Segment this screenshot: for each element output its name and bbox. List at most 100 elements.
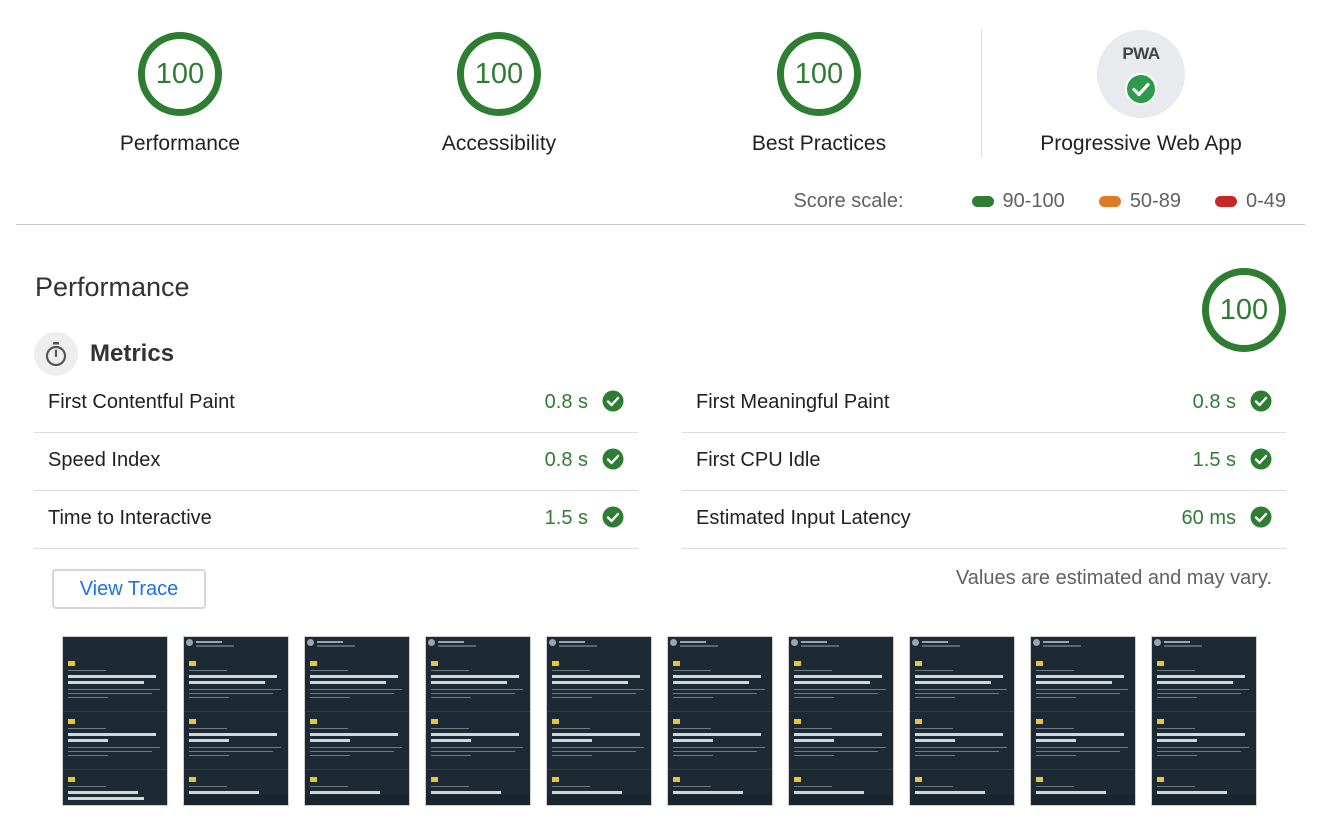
- thumb-text: [1036, 693, 1120, 694]
- gauge-pwa[interactable]: PWA Progressive Web App: [1021, 30, 1261, 156]
- metric-name: Time to Interactive: [48, 507, 212, 529]
- filmstrip-frame: [909, 636, 1015, 806]
- thumb-text: [552, 747, 644, 748]
- thumb-title: [552, 739, 592, 742]
- thumb-tag: [794, 719, 801, 724]
- metric-first-cpu-idle: First CPU Idle 1.5 s: [682, 433, 1286, 491]
- category-label: Best Practices: [751, 132, 887, 155]
- pwa-badge: PWA: [1097, 30, 1185, 118]
- thumb-text: [438, 641, 464, 643]
- thumb-text: [189, 697, 229, 698]
- thumb-title: [189, 681, 265, 684]
- thumb-text: [317, 641, 343, 643]
- thumb-title: [915, 733, 1003, 736]
- thumb-text: [915, 747, 1007, 748]
- check-icon: [1250, 448, 1272, 470]
- thumb-text: [922, 645, 960, 647]
- thumb-text: [68, 786, 106, 787]
- thumb-text: [189, 670, 227, 671]
- thumb-title: [794, 733, 882, 736]
- thumb-title: [68, 681, 144, 684]
- section-divider: [16, 224, 1305, 225]
- thumb-tag: [1157, 719, 1164, 724]
- thumb-text: [1157, 670, 1195, 671]
- thumb-separator: [1031, 769, 1135, 770]
- thumb-text: [68, 670, 106, 671]
- thumb-title: [189, 675, 277, 678]
- thumb-title: [673, 675, 761, 678]
- thumb-text: [1036, 751, 1120, 752]
- thumb-title: [431, 739, 471, 742]
- thumb-text: [673, 693, 757, 694]
- thumb-title: [552, 675, 640, 678]
- thumb-tag: [68, 719, 75, 724]
- view-trace-button[interactable]: View Trace: [52, 569, 206, 609]
- thumb-title: [68, 791, 138, 794]
- thumb-title: [310, 791, 380, 794]
- category-label: Progressive Web App: [1040, 132, 1242, 155]
- thumb-text: [310, 751, 394, 752]
- metric-speed-index: Speed Index 0.8 s: [34, 433, 638, 491]
- metric-time-to-interactive: Time to Interactive 1.5 s: [34, 491, 638, 549]
- gauge-accessibility[interactable]: 100 Accessibility: [379, 30, 619, 156]
- filmstrip: [62, 636, 1262, 806]
- thumb-title: [1157, 675, 1245, 678]
- thumb-tag: [68, 661, 75, 666]
- thumb-text: [310, 786, 348, 787]
- gauge-best-practices[interactable]: 100 Best Practices: [699, 30, 939, 156]
- estimate-note: Values are estimated and may vary.: [955, 567, 1272, 589]
- thumb-text: [310, 670, 348, 671]
- performance-score-gauge: 100: [1200, 266, 1288, 354]
- score-ring: 100: [775, 30, 863, 118]
- thumb-avatar: [1033, 639, 1040, 646]
- fail-pill: [1214, 196, 1237, 207]
- thumb-text: [915, 697, 955, 698]
- thumb-bottom-nav: [1031, 795, 1135, 805]
- thumb-text: [552, 689, 644, 690]
- thumb-title: [68, 739, 108, 742]
- thumb-tag: [794, 661, 801, 666]
- thumb-bottom-nav: [668, 795, 772, 805]
- thumb-avatar: [670, 639, 677, 646]
- filmstrip-frame: [788, 636, 894, 806]
- thumb-text: [438, 645, 476, 647]
- thumb-avatar: [186, 639, 193, 646]
- check-icon: [602, 448, 624, 470]
- thumb-title: [1157, 681, 1233, 684]
- thumb-text: [915, 689, 1007, 690]
- thumb-bottom-nav: [910, 795, 1014, 805]
- thumb-text: [1157, 755, 1197, 756]
- metric-name: Speed Index: [48, 449, 161, 471]
- thumb-bottom-nav: [789, 795, 893, 805]
- thumb-title: [189, 739, 229, 742]
- check-icon: [602, 390, 624, 412]
- thumb-separator: [184, 769, 288, 770]
- thumb-separator: [789, 711, 893, 712]
- thumb-title: [1036, 675, 1124, 678]
- thumb-text: [673, 755, 713, 756]
- thumb-text: [189, 728, 227, 729]
- score-value: 100: [794, 58, 844, 90]
- thumb-text: [1036, 697, 1076, 698]
- thumb-text: [431, 728, 469, 729]
- thumb-tag: [1157, 777, 1164, 782]
- thumb-title: [1157, 733, 1245, 736]
- thumb-text: [431, 747, 523, 748]
- thumb-text: [68, 697, 108, 698]
- thumb-avatar: [549, 639, 556, 646]
- thumb-title: [310, 739, 350, 742]
- score-ring: 100: [136, 30, 224, 118]
- thumb-tag: [310, 719, 317, 724]
- thumb-separator: [305, 769, 409, 770]
- thumb-text: [1164, 641, 1190, 643]
- score-value: 100: [474, 58, 524, 90]
- thumb-text: [673, 697, 713, 698]
- thumb-tag: [673, 719, 680, 724]
- gauge-performance[interactable]: 100 Performance: [60, 30, 300, 156]
- thumb-tag: [189, 661, 196, 666]
- metrics-title: Metrics: [90, 340, 175, 367]
- thumb-text: [1036, 689, 1128, 690]
- filmstrip-frame: [62, 636, 168, 806]
- thumb-text: [189, 786, 227, 787]
- thumb-text: [431, 693, 515, 694]
